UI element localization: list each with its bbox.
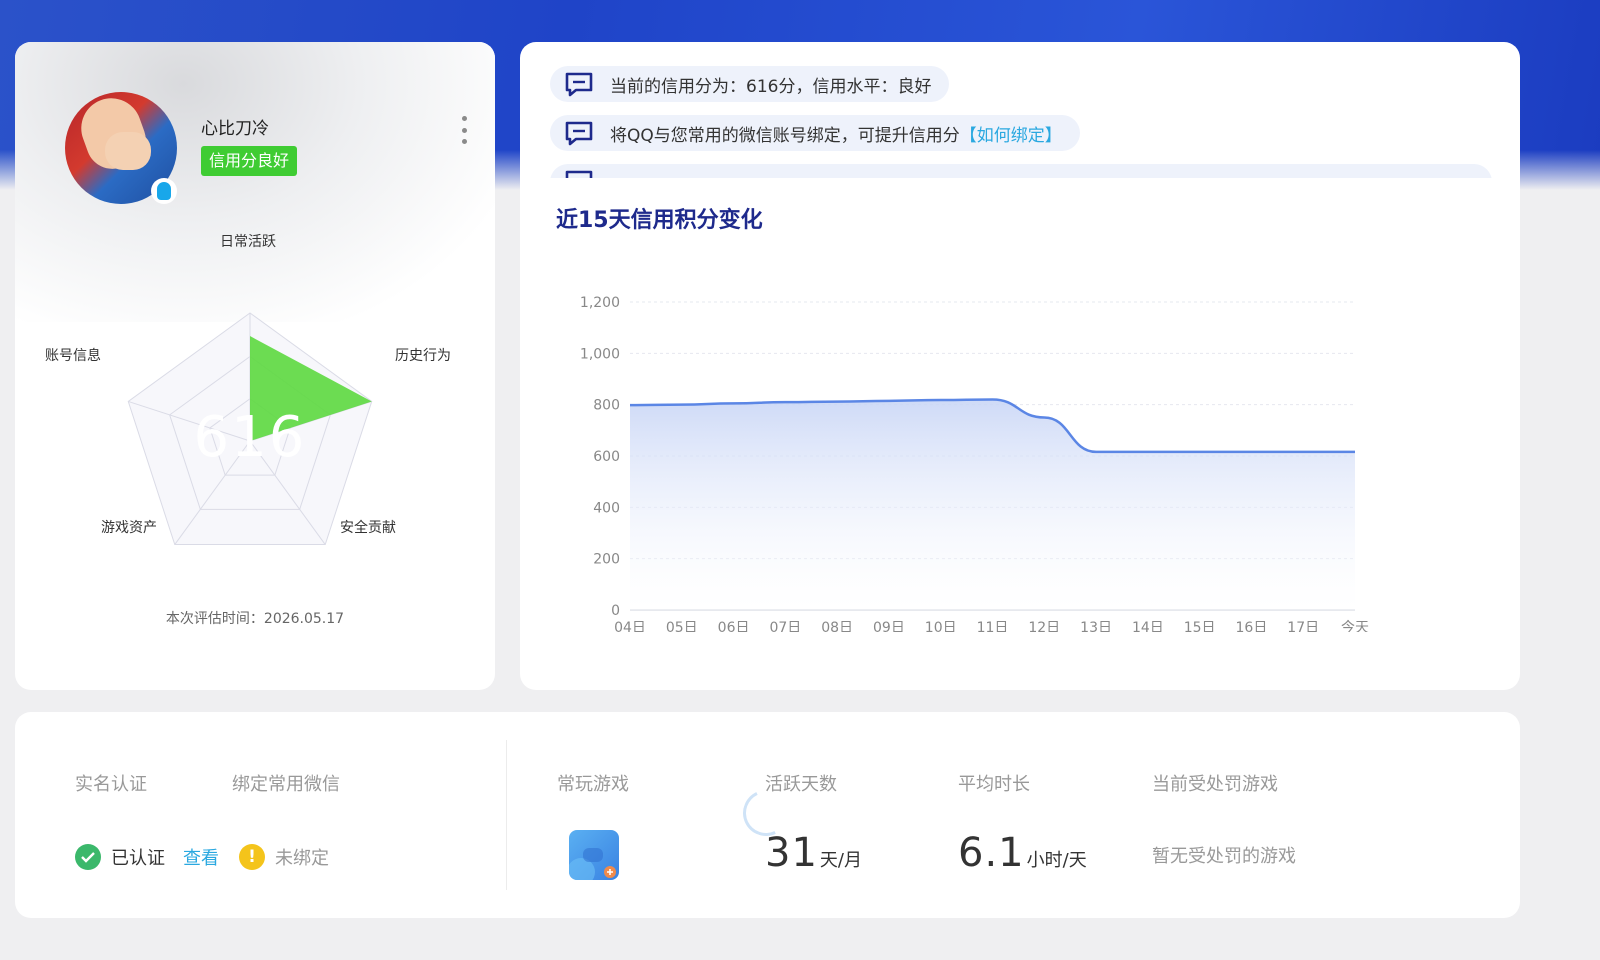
x-tick-label: 17日: [1287, 620, 1319, 632]
credit-level-badge: 信用分良好: [201, 146, 298, 176]
no-penalty-text: 暂无受处罚的游戏: [1152, 846, 1296, 867]
qq-penguin-icon: [151, 178, 177, 204]
y-tick-label: 200: [593, 552, 620, 568]
username: 心比刀冷: [201, 119, 269, 139]
active-days-stat: 31 天/月: [765, 830, 862, 876]
notice-list: 当前的信用分为：616分，信用水平：良好 将QQ与您常用的微信账号绑定，可提升信…: [550, 66, 1500, 178]
more-options-icon[interactable]: [459, 116, 469, 144]
profile-card: 心比刀冷 信用分良好 616 日常活跃 历史行为 安全贡献 游戏资产 账号信息 …: [15, 42, 495, 690]
notice-item: 将QQ与您常用的微信账号绑定，可提升信用分 【如何绑定】: [550, 115, 1080, 151]
active-days-label: 活跃天数: [765, 774, 837, 795]
frequent-games-label: 常玩游戏: [557, 774, 629, 795]
penalty-games-label: 当前受处罚游戏: [1152, 774, 1278, 795]
x-tick-label: 05日: [666, 620, 698, 632]
radar-label-account: 账号信息: [45, 348, 101, 364]
avg-duration-stat: 6.1 小时/天: [958, 830, 1087, 876]
chart-area-fill: [630, 399, 1355, 610]
x-tick-label: 13日: [1080, 620, 1112, 632]
notice-text: 当前的信用分为：616分，信用水平：良好: [610, 76, 932, 97]
x-tick-label: 08日: [821, 620, 853, 632]
notice-text: 将QQ与您常用的微信账号绑定，可提升信用分: [610, 125, 960, 146]
y-tick-label: 400: [593, 500, 620, 516]
x-tick-label: 11日: [977, 620, 1009, 632]
y-tick-label: 600: [593, 449, 620, 465]
notice-item: 当前的信用分为：616分，信用水平：良好: [550, 66, 950, 102]
check-icon: [75, 844, 101, 870]
avg-duration-value: 6.1: [958, 830, 1025, 876]
x-tick-label: 09日: [873, 620, 905, 632]
y-tick-label: 1,000: [580, 346, 620, 362]
radar-label-assets: 游戏资产: [101, 520, 157, 536]
message-icon: [565, 121, 593, 146]
x-tick-label: 12日: [1028, 620, 1060, 632]
notice-item-clipped: [550, 164, 1492, 178]
chart-title: 近15天信用积分变化: [556, 208, 763, 233]
x-tick-label: 14日: [1132, 620, 1164, 632]
credit-radar-chart: 616 日常活跃 历史行为 安全贡献 游戏资产 账号信息: [15, 222, 495, 602]
view-link[interactable]: 查看: [183, 844, 219, 870]
active-days-value: 31: [765, 830, 818, 876]
y-tick-label: 0: [611, 603, 620, 619]
x-tick-label: 06日: [718, 620, 750, 632]
radar-label-security: 安全贡献: [340, 520, 396, 536]
x-tick-label: 15日: [1184, 620, 1216, 632]
credit-score-value: 616: [194, 405, 307, 470]
verification-status: 已认证 查看 ! 未绑定: [75, 844, 329, 870]
message-icon: [565, 72, 593, 97]
x-tick-label: 04日: [614, 620, 646, 632]
x-tick-label: 16日: [1236, 620, 1268, 632]
x-tick-label: 今天: [1341, 620, 1369, 632]
how-to-bind-link[interactable]: 【如何绑定】: [960, 121, 1062, 146]
avg-duration-unit: 小时/天: [1026, 850, 1087, 871]
divider: [506, 740, 507, 890]
real-name-label: 实名认证: [75, 774, 147, 795]
x-tick-label: 10日: [925, 620, 957, 632]
account-stats-card: 实名认证 绑定常用微信 已认证 查看 ! 未绑定 常玩游戏 活跃天数 31 天/月…: [15, 712, 1520, 918]
evaluation-time: 本次评估时间：2026.05.17: [165, 611, 345, 627]
radar-svg: 616: [127, 312, 373, 546]
warning-icon: !: [239, 844, 265, 870]
game-icon[interactable]: [569, 830, 619, 880]
active-days-unit: 天/月: [819, 850, 862, 871]
y-tick-label: 800: [593, 398, 620, 414]
message-icon: [565, 170, 593, 178]
credit-trend-card: 当前的信用分为：616分，信用水平：良好 将QQ与您常用的微信账号绑定，可提升信…: [520, 42, 1520, 690]
avg-duration-label: 平均时长: [958, 774, 1030, 795]
wechat-bind-label: 绑定常用微信: [232, 774, 340, 795]
radar-label-history: 历史行为: [395, 348, 451, 364]
credit-line-chart: 0 200 400 600 800 1,000 1,200 04日 05日 06日 07日 08日 09…: [580, 295, 1369, 632]
x-tick-label: 07日: [769, 620, 801, 632]
radar-label-daily-active: 日常活跃: [220, 234, 276, 250]
verified-text: 已认证: [111, 848, 165, 869]
unbound-text: 未绑定: [275, 848, 329, 869]
y-tick-label: 1,200: [580, 295, 620, 311]
